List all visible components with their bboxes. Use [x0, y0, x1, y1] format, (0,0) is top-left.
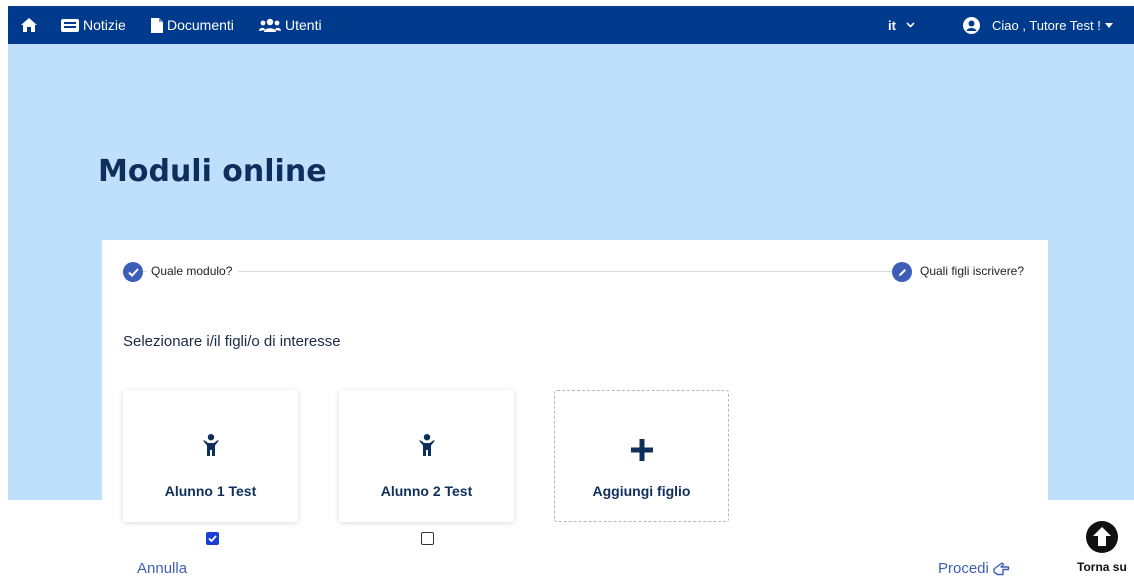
file-icon: [151, 17, 163, 33]
add-child-card[interactable]: Aggiungi figlio: [554, 390, 729, 522]
cancel-link[interactable]: Annulla: [137, 560, 187, 577]
step-2-pencil-icon: [892, 262, 912, 282]
child-1-checkbox[interactable]: [206, 532, 219, 545]
child-2-checkbox[interactable]: [421, 532, 434, 545]
user-circle-icon: [963, 16, 980, 34]
proceed-label: Procedi: [938, 560, 989, 577]
nav-notizie-label: Notizie: [83, 17, 126, 33]
child-card-1[interactable]: Alunno 1 Test: [123, 390, 298, 522]
child-icon: [418, 434, 435, 456]
user-greeting: Ciao , Tutore Test !: [992, 17, 1101, 33]
newspaper-icon: [61, 18, 79, 32]
child-name-1: Alunno 1 Test: [164, 483, 257, 499]
selection-instruction: Selezionare i/il figli/o di interesse: [123, 333, 341, 350]
nav-notizie[interactable]: Notizie: [61, 6, 126, 44]
top-navbar: Notizie Documenti Utenti it Ciao , Tutor…: [8, 6, 1134, 44]
nav-documenti[interactable]: Documenti: [151, 6, 234, 44]
check-icon: [208, 535, 217, 542]
user-menu[interactable]: Ciao , Tutore Test !: [963, 6, 1113, 44]
step-2-label: Quali figli iscrivere?: [916, 264, 1025, 278]
users-icon: [259, 18, 281, 32]
hand-point-right-icon: [993, 561, 1010, 575]
caret-down-icon: [1104, 22, 1113, 28]
chevron-down-icon: [906, 22, 915, 28]
page-title: Moduli online: [98, 154, 327, 189]
home-link[interactable]: [20, 6, 38, 44]
step-1-label: Quale modulo?: [147, 264, 239, 278]
home-icon: [21, 18, 37, 32]
nav-documenti-label: Documenti: [167, 17, 234, 33]
stepper-connector: [139, 271, 892, 272]
proceed-link[interactable]: Procedi: [938, 560, 1010, 577]
plus-icon: [630, 439, 653, 461]
back-to-top-button[interactable]: [1086, 521, 1118, 558]
child-card-2[interactable]: Alunno 2 Test: [339, 390, 514, 522]
child-icon: [202, 434, 219, 456]
child-name-2: Alunno 2 Test: [380, 483, 473, 499]
back-to-top-label[interactable]: Torna su: [1077, 560, 1127, 574]
language-label: it: [888, 17, 896, 33]
add-child-label: Aggiungi figlio: [592, 483, 691, 499]
nav-utenti-label: Utenti: [285, 17, 322, 33]
language-selector[interactable]: it: [888, 6, 915, 44]
step-1-check-icon: [123, 262, 143, 282]
nav-utenti[interactable]: Utenti: [259, 6, 322, 44]
arrow-circle-up-icon: [1086, 521, 1118, 553]
